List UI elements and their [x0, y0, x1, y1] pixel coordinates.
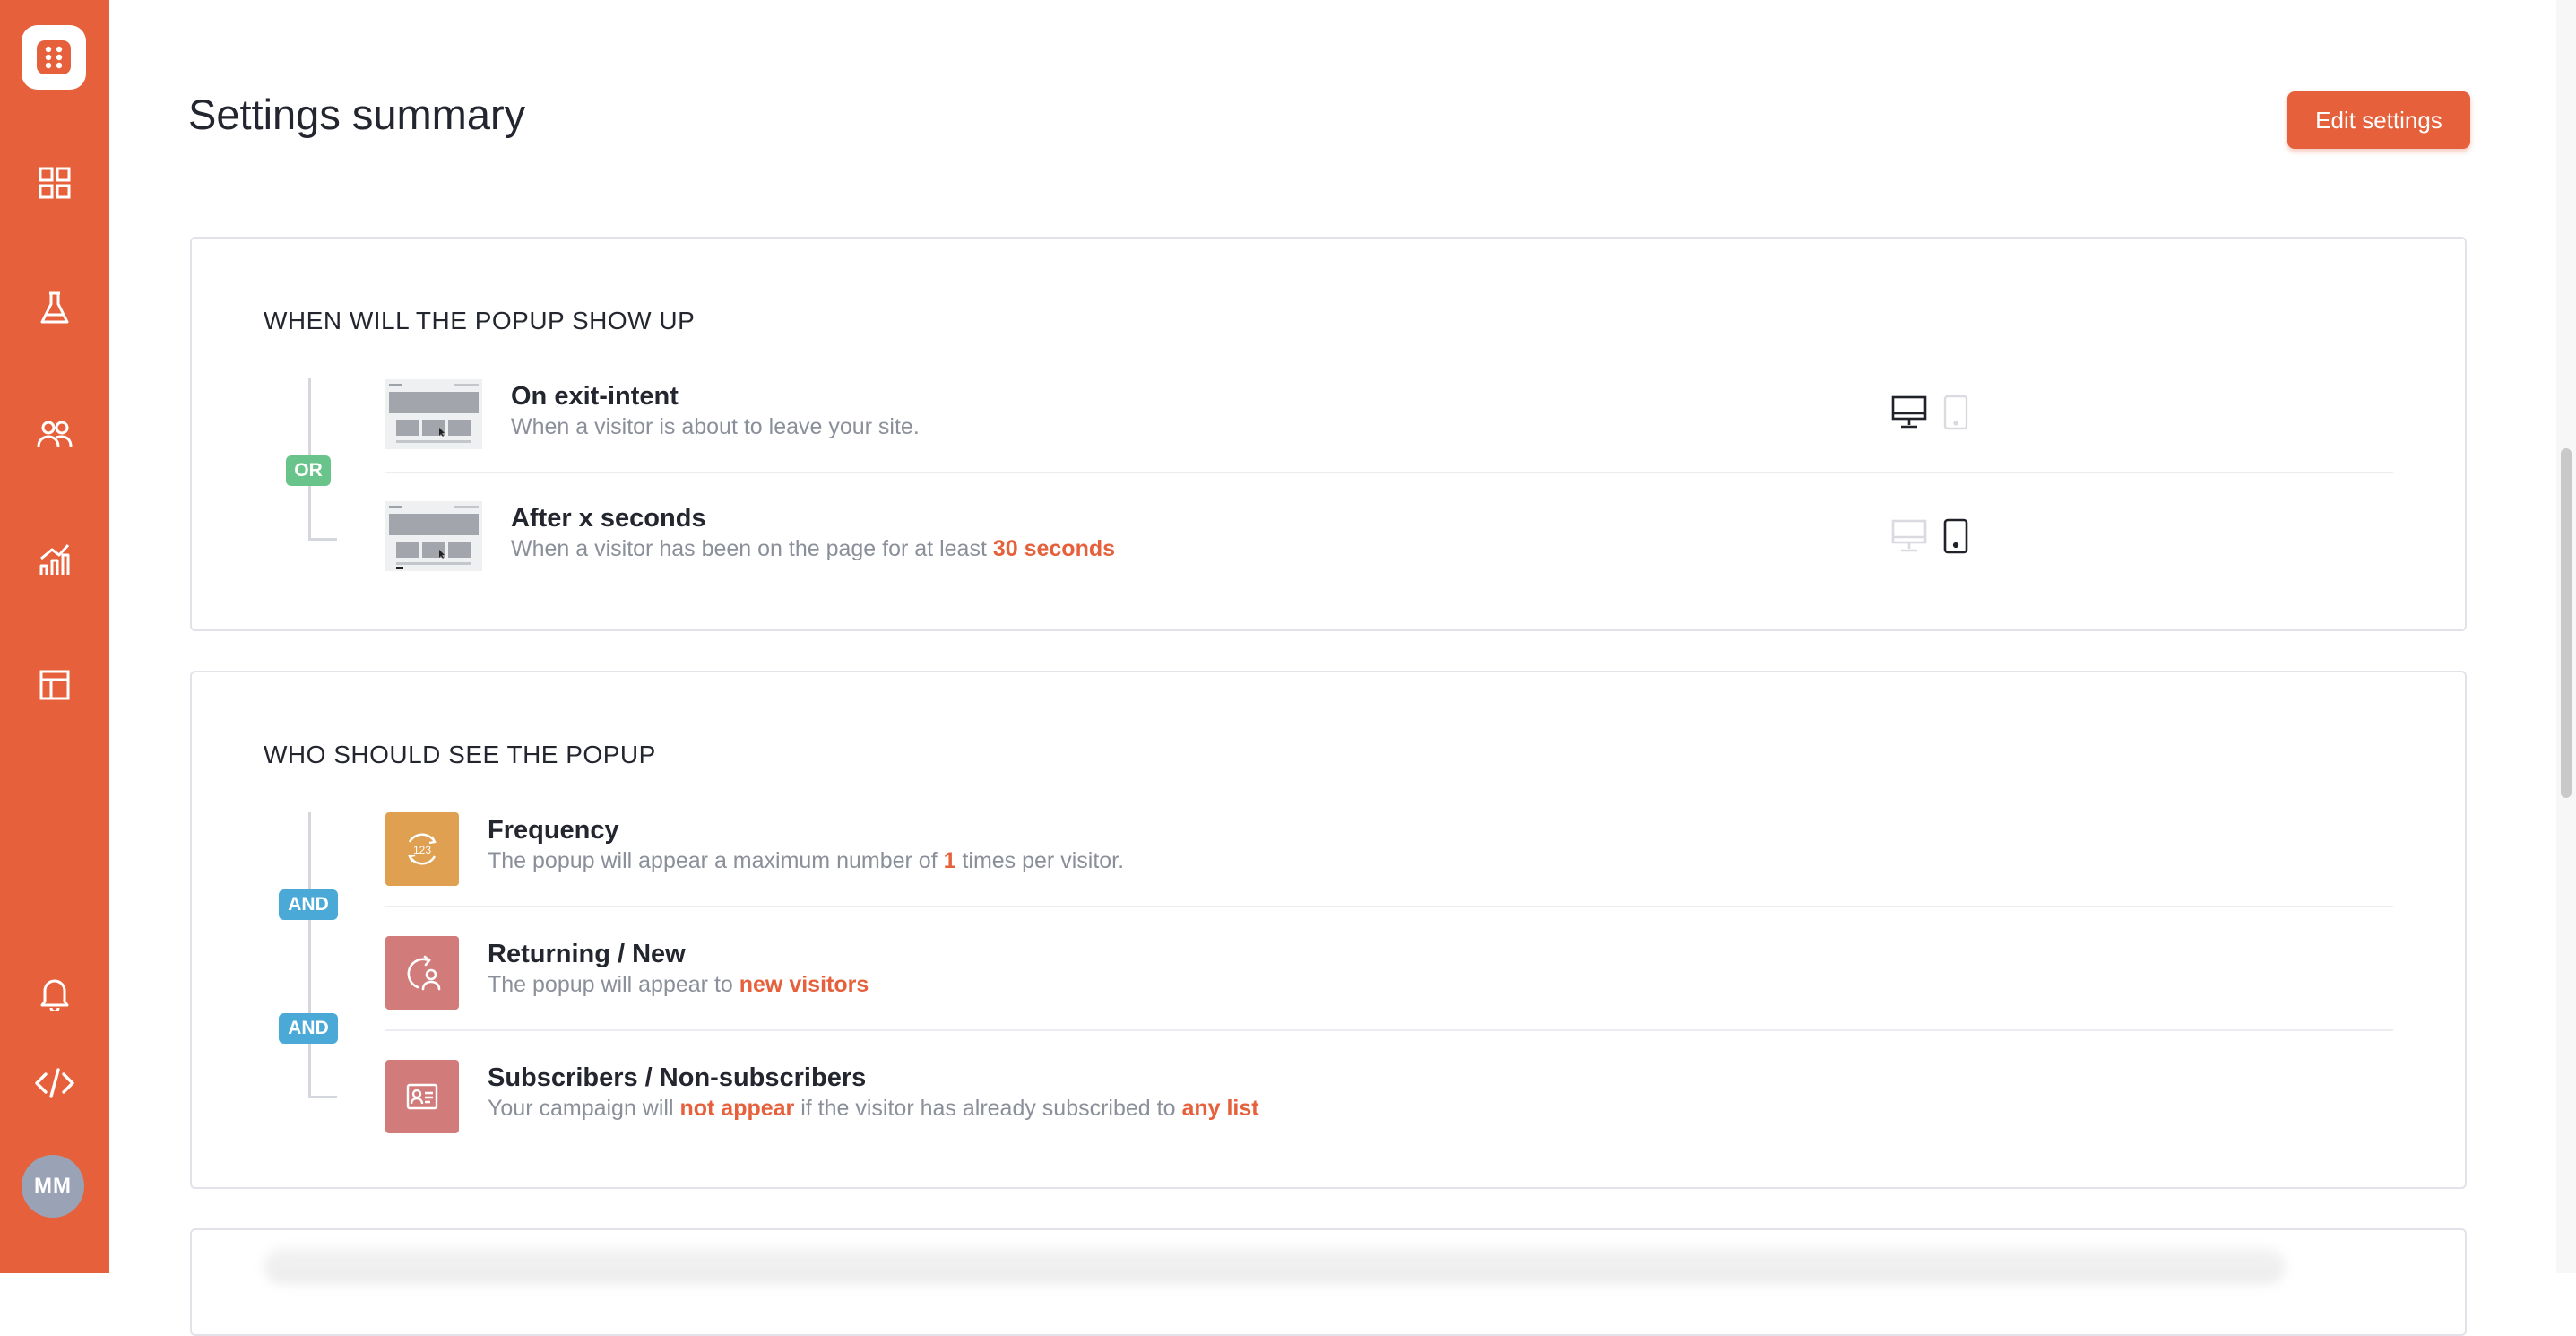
rule-description: The popup will appear to new visitors: [488, 972, 869, 998]
subscribers-rule-icon: [385, 1060, 459, 1133]
highlight-value: 1: [943, 848, 956, 873]
section-title: WHO SHOULD SEE THE POPUP: [264, 741, 656, 768]
connector-end: [308, 538, 337, 541]
sidebar-item-audience[interactable]: [0, 398, 109, 470]
returning-visitor-icon: [407, 955, 441, 991]
users-icon: [37, 421, 73, 447]
after-seconds-thumbnail: [385, 501, 482, 571]
when-popup-shows-card: WHEN WILL THE POPUP SHOW UP OR On exit-i…: [190, 237, 2467, 631]
rule-title: Returning / New: [488, 940, 686, 968]
description-text: The popup will appear a maximum number o…: [488, 848, 938, 873]
mobile-icon: [1943, 518, 1968, 554]
bell-icon: [40, 979, 69, 1011]
rule-description: Your campaign will not appear if the vis…: [488, 1096, 1259, 1122]
desktop-icon: [1891, 519, 1927, 552]
sidebar: MM: [0, 0, 109, 1273]
highlight-value: 30 seconds: [992, 536, 1116, 561]
row-divider: [385, 906, 2393, 907]
sidebar-item-templates[interactable]: [0, 649, 109, 721]
sidebar-item-experiments[interactable]: [0, 273, 109, 344]
description-text: The popup will appear to: [488, 972, 733, 997]
page-title: Settings summary: [188, 91, 526, 138]
rule-description: When a visitor is about to leave your si…: [511, 414, 920, 439]
and-badge: AND: [279, 1013, 338, 1044]
who-should-see-card: WHO SHOULD SEE THE POPUP AND AND 123 Fre…: [190, 671, 2467, 1189]
analytics-chart-icon: [39, 543, 70, 575]
svg-text:123: 123: [413, 844, 431, 856]
rule-title: Frequency: [488, 816, 619, 845]
edit-settings-button[interactable]: Edit settings: [2287, 91, 2470, 149]
description-text: if the visitor has already subscribed to: [800, 1096, 1176, 1121]
flask-icon: [40, 291, 69, 324]
embed-code-button[interactable]: [0, 1047, 109, 1119]
page-scrollbar[interactable]: [2556, 0, 2576, 1273]
highlight-value: new visitors: [739, 972, 869, 997]
rule-description: When a visitor has been on the page for …: [511, 536, 1115, 562]
notifications-button[interactable]: [0, 958, 109, 1029]
dashboard-grid-icon: [39, 167, 71, 199]
connector-end: [308, 1096, 337, 1098]
sidebar-item-analytics[interactable]: [0, 524, 109, 595]
description-text: Your campaign will: [488, 1096, 674, 1121]
desktop-icon: [1891, 395, 1927, 429]
rule-description: The popup will appear a maximum number o…: [488, 848, 1124, 874]
rule-title: Subscribers / Non-subscribers: [488, 1063, 867, 1092]
description-text: When a visitor has been on the page for …: [511, 536, 987, 561]
subscriber-card-icon: [406, 1083, 438, 1110]
highlight-value: any list: [1181, 1096, 1259, 1121]
scrollbar-thumb[interactable]: [2561, 448, 2572, 798]
exit-intent-thumbnail: [385, 379, 482, 449]
row-divider: [385, 1029, 2393, 1031]
mobile-icon: [1943, 395, 1968, 430]
sidebar-item-dashboard[interactable]: [0, 147, 109, 219]
logo-dots-icon: [37, 40, 71, 74]
app-logo[interactable]: [22, 25, 86, 90]
user-avatar[interactable]: MM: [22, 1155, 84, 1218]
section-title: WHEN WILL THE POPUP SHOW UP: [264, 307, 696, 334]
next-settings-card: [190, 1228, 2467, 1336]
loading-placeholder: [264, 1248, 2286, 1284]
highlight-value: not appear: [679, 1096, 795, 1121]
row-divider: [385, 472, 2393, 473]
description-text: times per visitor.: [962, 848, 1125, 873]
rule-title: On exit-intent: [511, 382, 679, 411]
returning-rule-icon: [385, 936, 459, 1010]
or-badge: OR: [286, 455, 331, 486]
frequency-123-icon: 123: [408, 833, 437, 865]
code-icon: [35, 1068, 74, 1098]
layout-template-icon: [39, 670, 70, 700]
and-badge: AND: [279, 889, 338, 920]
rule-title: After x seconds: [511, 504, 706, 533]
frequency-rule-icon: 123: [385, 812, 459, 886]
connector-line: [308, 812, 311, 1097]
